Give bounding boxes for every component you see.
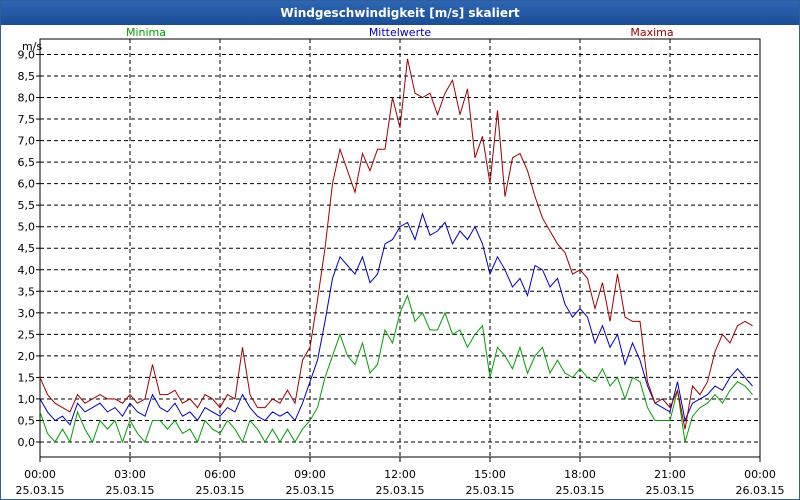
x-tick-date: 25.03.15 bbox=[106, 484, 155, 497]
y-tick-label: 7,5 bbox=[18, 113, 36, 126]
x-tick-time: 12:00 bbox=[384, 468, 416, 481]
x-tick-date: 25.03.15 bbox=[286, 484, 335, 497]
x-tick-date: 26.03.15 bbox=[736, 484, 785, 497]
y-tick-label: 0,5 bbox=[18, 414, 36, 427]
y-tick-label: 0,0 bbox=[18, 436, 36, 449]
y-tick-label: 6,5 bbox=[18, 156, 36, 169]
y-tick-label: 8,0 bbox=[18, 92, 36, 105]
chart-svg: 0,0 0,5 1,0 1,5 2,0 2,5 3,0 3,5 4,0 4,5 5,0 5,5 6,0 6… bbox=[16, 26, 785, 497]
legend-mittelwerte: Mittelwerte bbox=[369, 26, 432, 39]
y-axis: 0,0 0,5 1,0 1,5 2,0 2,5 3,0 3,5 4,0 4,5 5,0 5,5 6,0 6… bbox=[18, 48, 40, 449]
x-tick-time: 00:00 bbox=[24, 468, 56, 481]
x-tick-time: 09:00 bbox=[294, 468, 326, 481]
y-tick-label: 3,0 bbox=[18, 307, 36, 320]
y-tick-label: 5,0 bbox=[18, 221, 36, 234]
x-tick-time: 15:00 bbox=[474, 468, 506, 481]
x-tick-date: 25.03.15 bbox=[376, 484, 425, 497]
x-tick-date: 25.03.15 bbox=[646, 484, 695, 497]
x-tick-time: 00:00 bbox=[744, 468, 776, 481]
x-tick-time: 18:00 bbox=[564, 468, 596, 481]
y-tick-label: 4,5 bbox=[18, 242, 36, 255]
x-tick-date: 25.03.15 bbox=[466, 484, 515, 497]
y-tick-label: 5,5 bbox=[18, 199, 36, 212]
y-tick-label: 3,5 bbox=[18, 285, 36, 298]
x-tick-date: 25.03.15 bbox=[196, 484, 245, 497]
y-tick-label: 8,5 bbox=[18, 70, 36, 83]
y-tick-label: 1,0 bbox=[18, 393, 36, 406]
x-tick-time: 03:00 bbox=[114, 468, 146, 481]
y-axis-label: m/s bbox=[22, 40, 42, 53]
x-tick-date: 25.03.15 bbox=[556, 484, 605, 497]
y-tick-label: 7,0 bbox=[18, 135, 36, 148]
x-axis: 00:00 25.03.15 03:00 25.03.15 06:00 25.03.15 0… bbox=[16, 457, 785, 497]
y-tick-label: 1,5 bbox=[18, 371, 36, 384]
x-tick-date: 25.03.15 bbox=[16, 484, 65, 497]
y-tick-label: 2,0 bbox=[18, 350, 36, 363]
y-tick-label: 6,0 bbox=[18, 178, 36, 191]
x-tick-time: 06:00 bbox=[204, 468, 236, 481]
y-tick-label: 4,0 bbox=[18, 264, 36, 277]
legend-maxima: Maxima bbox=[630, 26, 673, 39]
legend-minima: Minima bbox=[126, 26, 166, 39]
legend: Minima Mittelwerte Maxima bbox=[126, 26, 674, 39]
x-tick-time: 21:00 bbox=[654, 468, 686, 481]
y-tick-label: 2,5 bbox=[18, 328, 36, 341]
